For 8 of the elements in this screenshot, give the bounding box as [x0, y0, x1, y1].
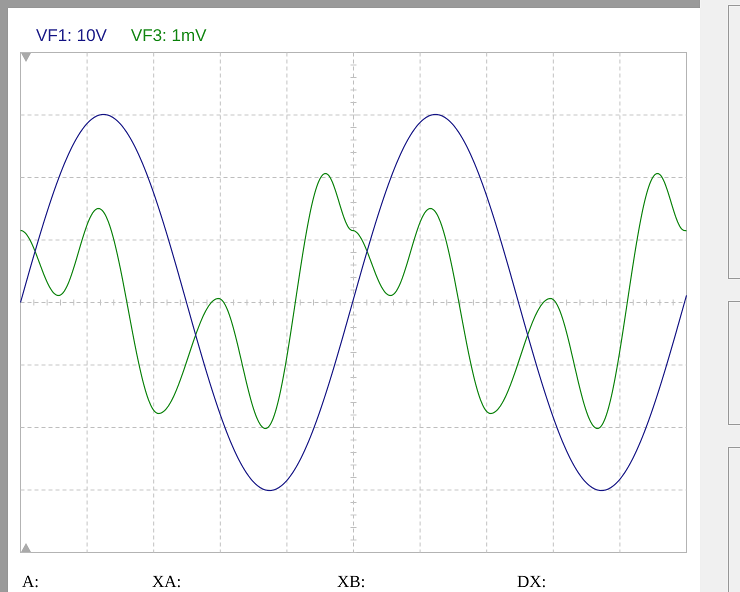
readout-label: XB:	[337, 572, 366, 592]
readout-label: A:	[22, 572, 40, 592]
trigger-marker-icon[interactable]	[21, 543, 31, 552]
readout-label: XA:	[152, 572, 182, 592]
trigger-marker-icon[interactable]	[21, 53, 31, 62]
channel-label: VF3: 1mV	[130, 26, 206, 47]
readout-label: DX:	[517, 572, 546, 592]
channel-label: VF1: 10V	[36, 26, 107, 47]
